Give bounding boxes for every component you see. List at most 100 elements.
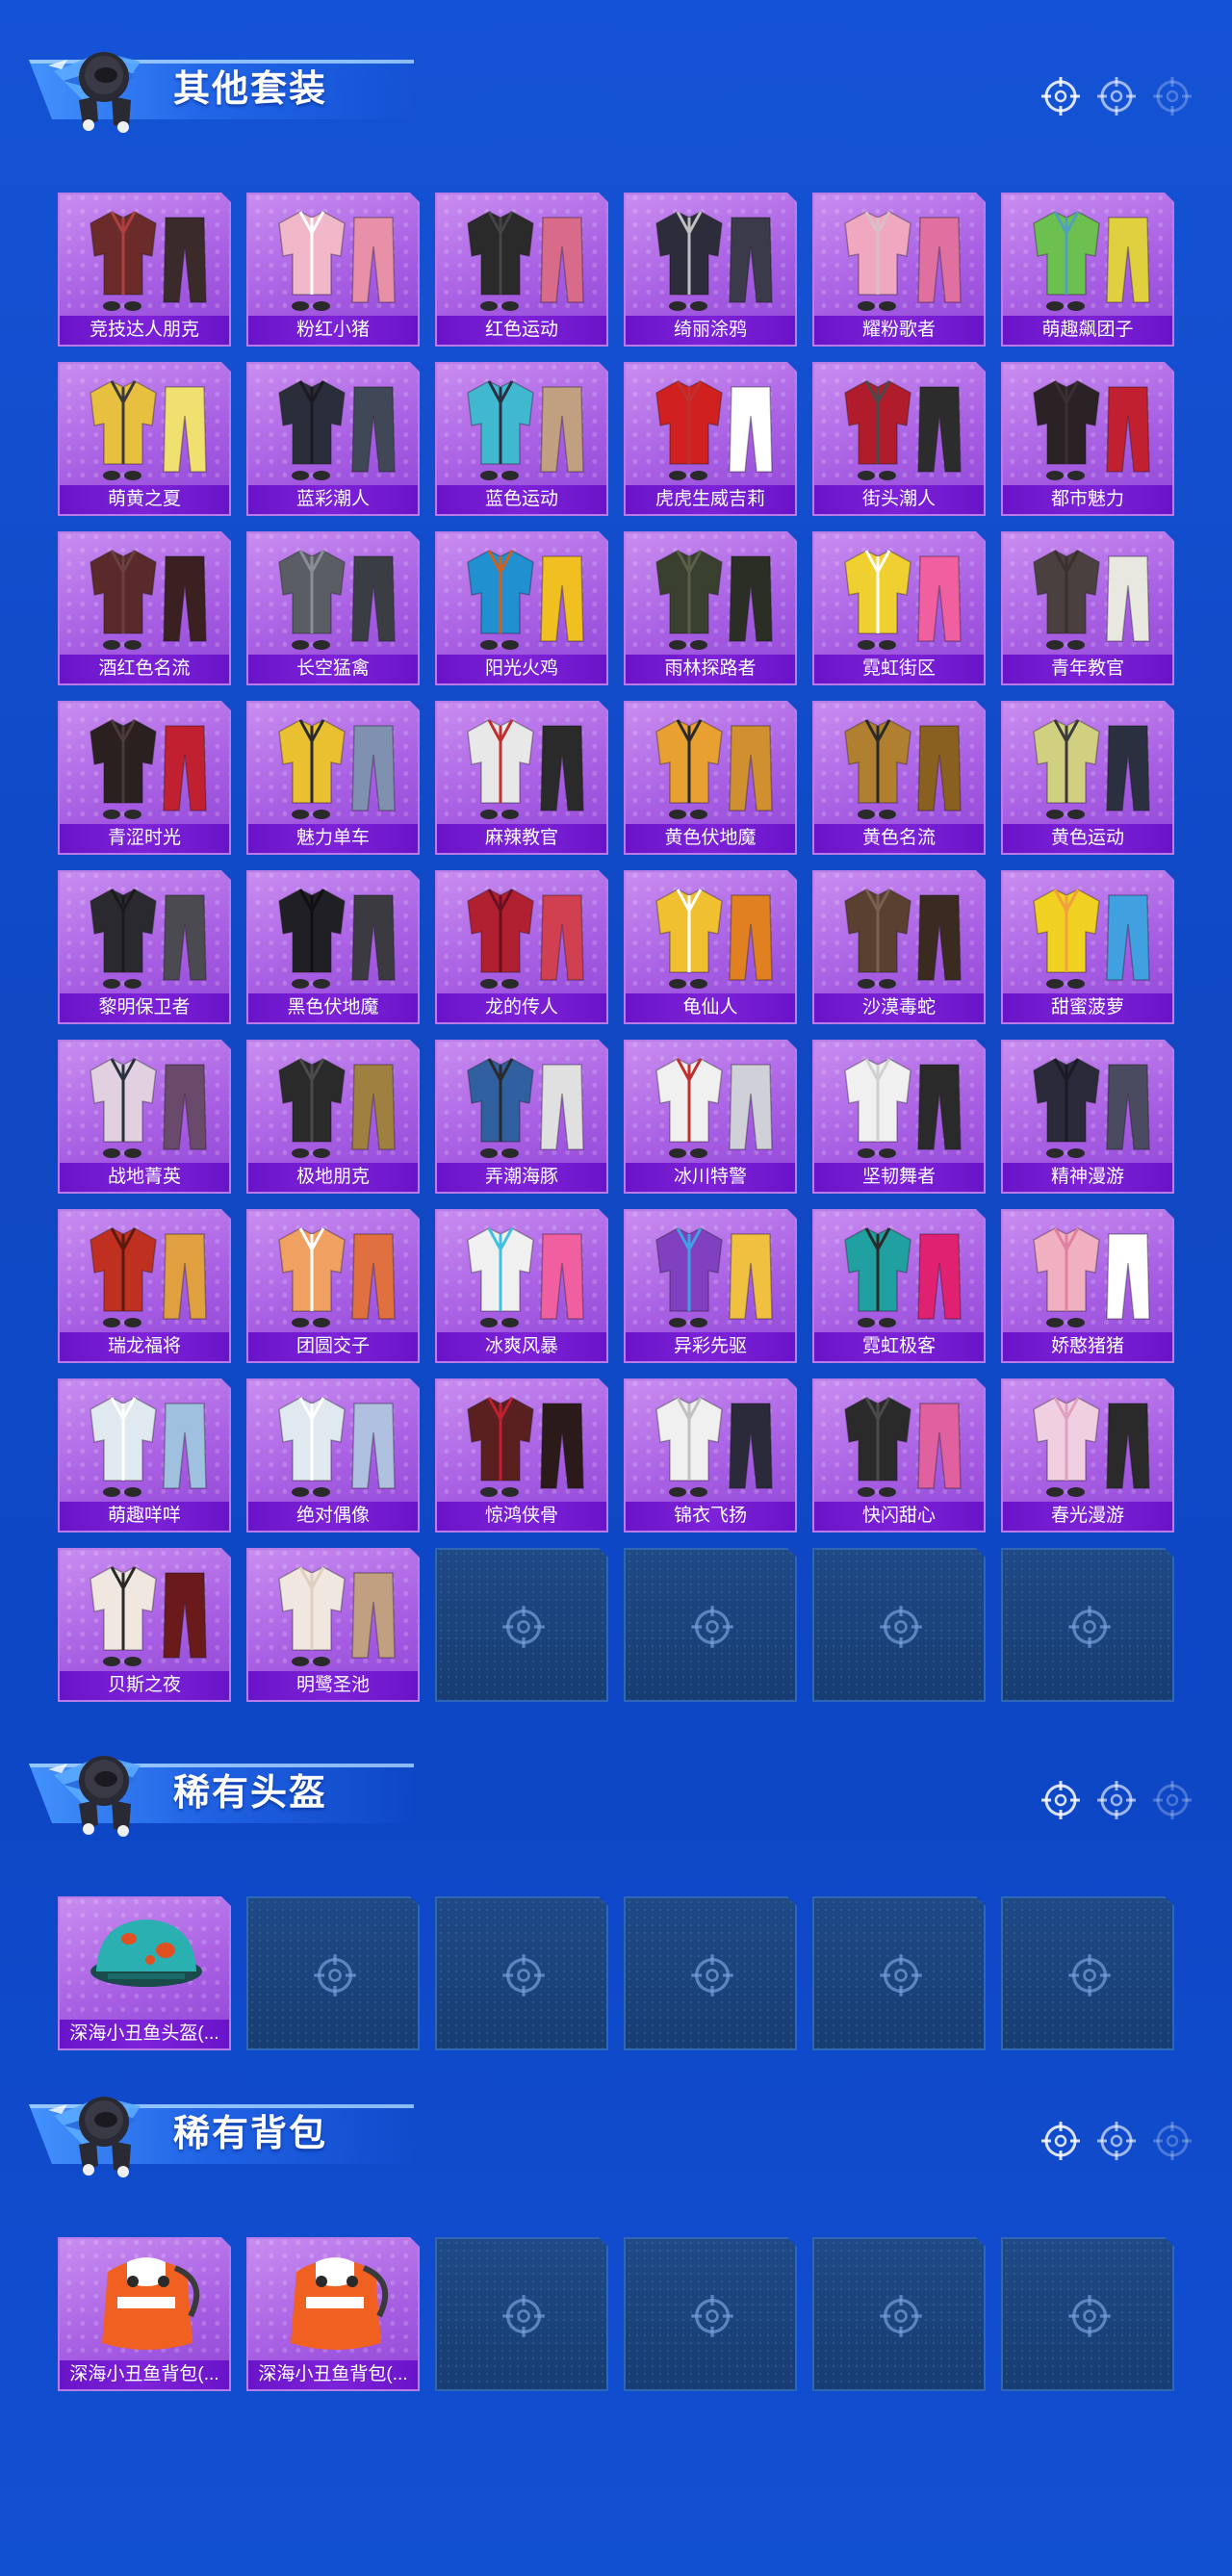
- item-card[interactable]: 绝对偶像: [246, 1378, 420, 1533]
- item-card[interactable]: 粉红小猪: [246, 193, 420, 347]
- item-image: [258, 876, 412, 992]
- empty-slot: [624, 2237, 797, 2391]
- item-card[interactable]: 绮丽涂鸦: [624, 193, 797, 347]
- item-card[interactable]: 街头潮人: [812, 362, 986, 516]
- item-image: [824, 198, 978, 314]
- header-target-decor: [1040, 75, 1203, 117]
- empty-slot: [1001, 1548, 1174, 1702]
- item-image: [635, 368, 789, 483]
- item-card[interactable]: 霓虹极客: [812, 1209, 986, 1363]
- item-image: [69, 2243, 223, 2358]
- item-card[interactable]: 青涩时光: [58, 701, 231, 855]
- crosshair-icon: [1040, 75, 1082, 117]
- item-card[interactable]: 黄色运动: [1001, 701, 1174, 855]
- item-label: 萌趣咩咩: [60, 1502, 229, 1531]
- item-label: 粉红小猪: [248, 316, 418, 345]
- item-card[interactable]: 沙漠毒蛇: [812, 870, 986, 1024]
- item-card[interactable]: 春光漫游: [1001, 1378, 1174, 1533]
- section-header: 其他套装: [0, 21, 1232, 137]
- item-card[interactable]: 甜蜜菠萝: [1001, 870, 1174, 1024]
- item-label: 酒红色名流: [60, 655, 229, 683]
- item-card[interactable]: 黑色伏地魔: [246, 870, 420, 1024]
- item-card[interactable]: 深海小丑鱼背包(...: [246, 2237, 420, 2391]
- item-image: [258, 537, 412, 653]
- item-image: [1013, 876, 1167, 992]
- item-card[interactable]: 魅力单车: [246, 701, 420, 855]
- item-card[interactable]: 蓝色运动: [435, 362, 608, 516]
- item-card[interactable]: 耀粉歌者: [812, 193, 986, 347]
- item-card[interactable]: 异彩先驱: [624, 1209, 797, 1363]
- item-card[interactable]: 霓虹街区: [812, 531, 986, 685]
- item-image: [447, 707, 601, 822]
- crosshair-icon: [1066, 2293, 1113, 2339]
- item-image: [824, 537, 978, 653]
- item-card[interactable]: 弄潮海豚: [435, 1040, 608, 1194]
- item-card[interactable]: 精神漫游: [1001, 1040, 1174, 1194]
- item-card[interactable]: 蓝彩潮人: [246, 362, 420, 516]
- crosshair-icon: [1151, 2120, 1194, 2162]
- item-card[interactable]: 麻辣教官: [435, 701, 608, 855]
- item-label: 红色运动: [437, 316, 606, 345]
- item-card[interactable]: 黄色伏地魔: [624, 701, 797, 855]
- item-label: 冰川特警: [626, 1163, 795, 1192]
- item-card[interactable]: 龙的传人: [435, 870, 608, 1024]
- item-image: [258, 1045, 412, 1161]
- item-card[interactable]: 雨林探路者: [624, 531, 797, 685]
- crosshair-icon: [500, 1952, 547, 1998]
- item-card[interactable]: 娇憨猪猪: [1001, 1209, 1174, 1363]
- item-image: [69, 876, 223, 992]
- item-card[interactable]: 极地朋克: [246, 1040, 420, 1194]
- item-label: 都市魅力: [1003, 485, 1172, 514]
- item-card[interactable]: 明鹭圣池: [246, 1548, 420, 1702]
- item-card[interactable]: 长空猛禽: [246, 531, 420, 685]
- item-card[interactable]: 青年教官: [1001, 531, 1174, 685]
- item-card[interactable]: 冰爽风暴: [435, 1209, 608, 1363]
- empty-slot: [812, 1548, 986, 1702]
- item-card[interactable]: 团圆交子: [246, 1209, 420, 1363]
- item-card[interactable]: 深海小丑鱼头盔(...: [58, 1896, 231, 2050]
- item-card[interactable]: 萌黄之夏: [58, 362, 231, 516]
- item-label: 瑞龙福将: [60, 1332, 229, 1361]
- header-target-decor: [1040, 2120, 1203, 2162]
- crosshair-icon: [1095, 1779, 1138, 1821]
- empty-slot: [246, 1896, 420, 2050]
- item-card[interactable]: 萌趣飙团子: [1001, 193, 1174, 347]
- empty-slot: [435, 1896, 608, 2050]
- item-image: [824, 876, 978, 992]
- item-card[interactable]: 瑞龙福将: [58, 1209, 231, 1363]
- item-card[interactable]: 黄色名流: [812, 701, 986, 855]
- item-label: 龟仙人: [626, 993, 795, 1022]
- item-card[interactable]: 竞技达人朋克: [58, 193, 231, 347]
- item-card[interactable]: 锦衣飞扬: [624, 1378, 797, 1533]
- item-card[interactable]: 贝斯之夜: [58, 1548, 231, 1702]
- item-card[interactable]: 冰川特警: [624, 1040, 797, 1194]
- item-card[interactable]: 都市魅力: [1001, 362, 1174, 516]
- item-card[interactable]: 深海小丑鱼背包(...: [58, 2237, 231, 2391]
- item-label: 竞技达人朋克: [60, 316, 229, 345]
- item-card[interactable]: 红色运动: [435, 193, 608, 347]
- item-card[interactable]: 惊鸿侠骨: [435, 1378, 608, 1533]
- item-card[interactable]: 龟仙人: [624, 870, 797, 1024]
- item-card[interactable]: 虎虎生威吉莉: [624, 362, 797, 516]
- item-card[interactable]: 阳光火鸡: [435, 531, 608, 685]
- item-label: 深海小丑鱼背包(...: [248, 2360, 418, 2389]
- item-image: [1013, 1215, 1167, 1330]
- item-card[interactable]: 快闪甜心: [812, 1378, 986, 1533]
- item-label: 雨林探路者: [626, 655, 795, 683]
- crosshair-icon: [1095, 75, 1138, 117]
- item-card[interactable]: 战地菁英: [58, 1040, 231, 1194]
- item-image: [447, 1384, 601, 1500]
- item-label: 长空猛禽: [248, 655, 418, 683]
- item-image: [69, 1215, 223, 1330]
- empty-slot: [624, 1548, 797, 1702]
- item-card[interactable]: 萌趣咩咩: [58, 1378, 231, 1533]
- item-card[interactable]: 黎明保卫者: [58, 870, 231, 1024]
- section-title: 稀有头盔: [173, 1773, 328, 1814]
- section-header: 稀有头盔: [0, 1725, 1232, 1841]
- crosshair-icon: [1151, 1779, 1194, 1821]
- item-label: 战地菁英: [60, 1163, 229, 1192]
- item-card[interactable]: 酒红色名流: [58, 531, 231, 685]
- item-image: [69, 1554, 223, 1669]
- item-image: [447, 1045, 601, 1161]
- item-card[interactable]: 坚韧舞者: [812, 1040, 986, 1194]
